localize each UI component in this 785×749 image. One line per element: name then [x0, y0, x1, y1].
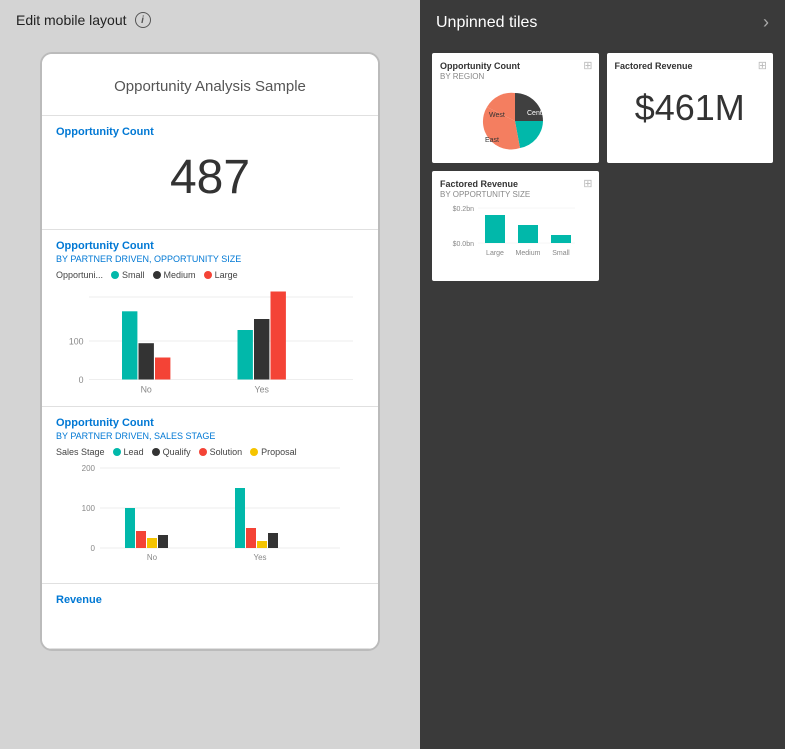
svg-text:Yes: Yes	[253, 553, 266, 562]
small-dot	[111, 271, 119, 279]
svg-text:No: No	[147, 553, 158, 562]
opp-sales-legend: Sales Stage Lead Qualify Solution	[56, 447, 364, 457]
unpinned-tiles-title: Unpinned tiles	[436, 14, 537, 32]
factored-revenue-tile[interactable]: Factored Revenue ⊞ $461M	[607, 53, 774, 163]
chevron-right-icon[interactable]: ›	[763, 12, 769, 33]
factored-size-chart: $0.2bn $0.0bn Large Medium Small	[440, 203, 591, 273]
opp-partner-legend: Opportuni... Small Medium Large	[56, 270, 364, 280]
legend-medium: Medium	[153, 270, 196, 280]
right-panel: Unpinned tiles › Opportunity Count BY RE…	[420, 0, 785, 749]
revenue-label: Revenue	[56, 594, 364, 606]
tiles-grid: Opportunity Count BY REGION ⊞ West Centr…	[420, 45, 785, 289]
factored-revenue-title: Factored Revenue	[615, 61, 766, 71]
edit-mobile-layout-title: Edit mobile layout	[16, 12, 127, 28]
legend-sales-stage-text: Sales Stage	[56, 447, 105, 457]
opp-count-region-tile[interactable]: Opportunity Count BY REGION ⊞ West Centr…	[432, 53, 599, 163]
legend-proposal: Proposal	[250, 447, 297, 457]
legend-large: Large	[204, 270, 238, 280]
opp-sales-sublabel: BY PARTNER DRIVEN, SALES STAGE	[56, 431, 364, 441]
large-dot	[204, 271, 212, 279]
pie-chart-svg: West Central East	[465, 87, 565, 155]
svg-text:Yes: Yes	[255, 385, 270, 395]
opp-count-label: Opportunity Count	[56, 126, 364, 138]
svg-text:200: 200	[82, 464, 96, 473]
opp-sales-chart: 200 100 0 No	[56, 463, 364, 573]
info-icon[interactable]: i	[135, 12, 151, 28]
partner-chart-svg: 100 0 No Yes	[56, 286, 364, 396]
opp-sales-label: Opportunity Count	[56, 417, 364, 429]
svg-text:Large: Large	[486, 250, 504, 257]
svg-text:No: No	[141, 385, 152, 395]
svg-text:100: 100	[82, 504, 96, 513]
svg-text:0: 0	[79, 375, 84, 385]
svg-text:Small: Small	[552, 250, 570, 257]
opp-count-value: 487	[56, 140, 364, 219]
svg-text:East: East	[485, 137, 499, 144]
qualify-dot	[152, 448, 160, 456]
legend-qualify-label: Qualify	[163, 447, 191, 457]
left-header: Edit mobile layout i	[0, 0, 420, 40]
opportunity-count-card: Opportunity Count 487	[42, 116, 378, 230]
solution-dot	[199, 448, 207, 456]
svg-text:100: 100	[69, 336, 84, 346]
svg-text:0: 0	[91, 544, 96, 553]
revenue-card: Revenue	[42, 584, 378, 649]
legend-small-label: Small	[122, 270, 145, 280]
report-title: Opportunity Analysis Sample	[56, 64, 364, 105]
sales-chart-svg: 200 100 0 No	[56, 463, 364, 573]
opp-partner-chart: 100 0 No Yes	[56, 286, 364, 396]
legend-solution: Solution	[199, 447, 243, 457]
pin-icon-size[interactable]: ⊞	[583, 177, 592, 190]
factored-rev-size-title: Factored Revenue	[440, 179, 591, 189]
svg-text:Central: Central	[527, 110, 550, 117]
opp-count-sales-card: Opportunity Count BY PARTNER DRIVEN, SAL…	[42, 407, 378, 584]
medium-dot	[153, 271, 161, 279]
lead-dot	[113, 448, 121, 456]
opp-partner-label: Opportunity Count	[56, 240, 364, 252]
factored-revenue-value: $461M	[615, 87, 766, 129]
pin-icon-revenue[interactable]: ⊞	[758, 59, 767, 72]
factored-revenue-size-tile[interactable]: Factored Revenue BY OPPORTUNITY SIZE ⊞ $…	[432, 171, 599, 281]
legend-medium-label: Medium	[164, 270, 196, 280]
legend-qualify: Qualify	[152, 447, 191, 457]
opp-region-title: Opportunity Count	[440, 61, 591, 71]
phone-frame: Opportunity Analysis Sample Opportunity …	[40, 52, 380, 651]
legend-small: Small	[111, 270, 145, 280]
legend-large-label: Large	[215, 270, 238, 280]
legend-solution-label: Solution	[210, 447, 243, 457]
opp-partner-sublabel: BY PARTNER DRIVEN, OPPORTUNITY SIZE	[56, 254, 364, 264]
size-bar-chart-svg: $0.2bn $0.0bn Large Medium Small	[450, 203, 580, 273]
factored-rev-size-subtitle: BY OPPORTUNITY SIZE	[440, 190, 591, 199]
legend-text: Opportuni...	[56, 270, 103, 280]
svg-text:West: West	[489, 112, 505, 119]
main-title-card: Opportunity Analysis Sample	[42, 54, 378, 116]
proposal-dot	[250, 448, 258, 456]
pin-icon-region[interactable]: ⊞	[583, 59, 592, 72]
legend-lead: Lead	[113, 447, 144, 457]
svg-text:Medium: Medium	[516, 250, 541, 257]
left-panel: Edit mobile layout i Opportunity Analysi…	[0, 0, 420, 749]
svg-text:$0.0bn: $0.0bn	[453, 241, 475, 248]
right-header: Unpinned tiles ›	[420, 0, 785, 45]
opp-count-partner-card: Opportunity Count BY PARTNER DRIVEN, OPP…	[42, 230, 378, 407]
svg-text:$0.2bn: $0.2bn	[453, 206, 475, 213]
opp-region-subtitle: BY REGION	[440, 72, 591, 81]
opp-region-chart: West Central East	[440, 85, 591, 155]
legend-proposal-label: Proposal	[261, 447, 297, 457]
legend-lead-label: Lead	[124, 447, 144, 457]
